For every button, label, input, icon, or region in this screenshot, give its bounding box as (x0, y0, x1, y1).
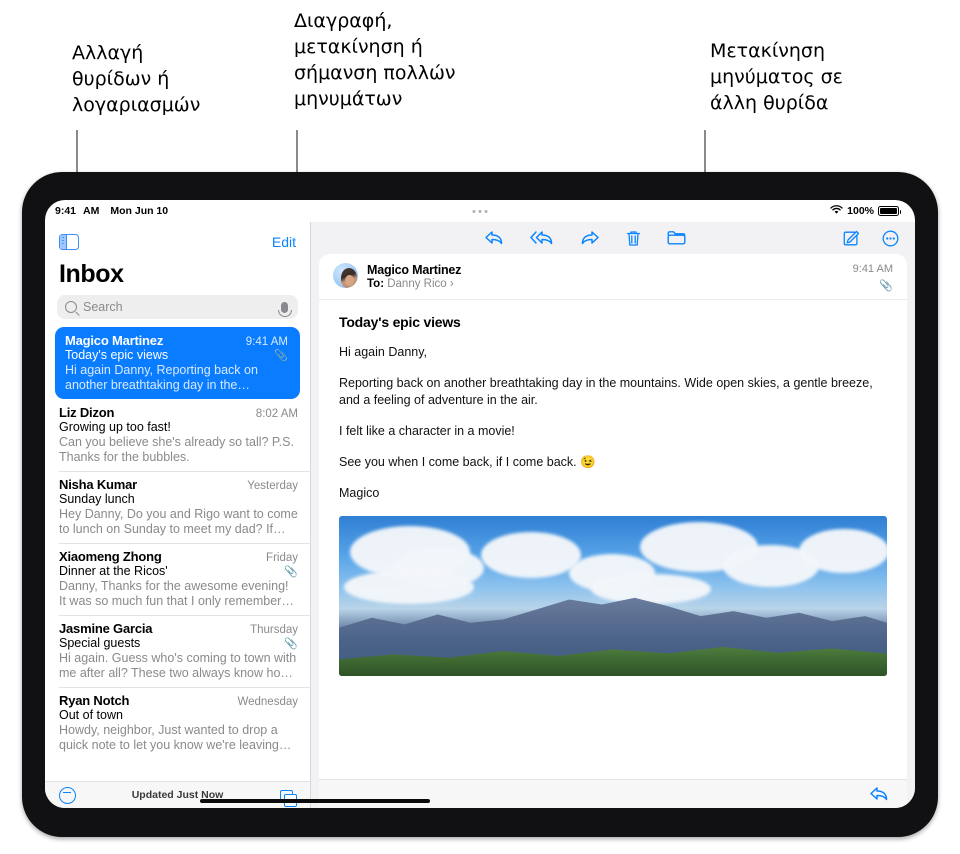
screenshot-root: Αλλαγή θυρίδων ή λογαριασμών Διαγραφή, μ… (0, 0, 960, 854)
message-paragraph: Reporting back on another breathtaking d… (339, 376, 873, 407)
reader-toolbar (311, 222, 915, 254)
preview-text: Can you believe she's already so tall? P… (59, 435, 294, 464)
list-item[interactable]: Ryan Notch Wednesday Out of town Howdy, … (45, 687, 310, 759)
message-subject: Today's epic views (339, 314, 461, 330)
search-icon (65, 301, 77, 313)
mail-list-pane: Edit Inbox Search Magico Martinez 9:41 A… (45, 222, 311, 808)
compose-icon[interactable] (843, 230, 860, 247)
edit-button[interactable]: Edit (272, 234, 296, 250)
reply-icon[interactable] (869, 786, 889, 802)
preview-text: Hi again. Guess who's coming to town wit… (59, 651, 297, 680)
reply-icon[interactable] (484, 230, 504, 247)
preview-text: Danny, Thanks for the awesome evening! I… (59, 579, 296, 608)
dot (472, 209, 476, 213)
message-sender: Magico Martinez (367, 263, 462, 277)
message-paragraph: Hi again Danny, (339, 345, 428, 359)
paperclip-icon: 📎 (284, 637, 298, 650)
status-date: Mon Jun 10 (110, 205, 169, 217)
sidebar-toggle-icon[interactable] (59, 234, 79, 250)
list-item[interactable]: Magico Martinez 9:41 AM Today's epic vie… (55, 327, 300, 399)
status-ampm: AM (83, 205, 100, 217)
reply-all-icon[interactable] (530, 230, 554, 247)
dot (484, 209, 488, 213)
subject: Dinner at the Ricos' (59, 564, 168, 578)
message-card: Magico Martinez To: Danny Rico › 9:41 AM… (319, 254, 907, 779)
more-circle-icon[interactable] (882, 230, 899, 247)
subject: Growing up too fast! (59, 420, 171, 434)
paperclip-icon: 📎 (284, 565, 298, 578)
timestamp: Wednesday (237, 696, 298, 708)
ipad-screen: 9:41 AM Mon Jun 10 100% Edit Inbox Searc… (45, 200, 915, 808)
folder-move-icon[interactable] (667, 230, 686, 247)
chevron-right-icon: › (449, 278, 454, 290)
message-recipient[interactable]: To: Danny Rico › (367, 278, 853, 290)
message-paragraph: Magico (339, 486, 380, 500)
page-title: Inbox (59, 260, 124, 288)
timestamp: Thursday (250, 624, 298, 636)
list-item[interactable]: Xiaomeng Zhong Friday Dinner at the Rico… (45, 543, 310, 615)
battery-percent: 100% (847, 205, 874, 217)
message-body: Today's epic views Hi again Danny, Repor… (319, 300, 907, 779)
paperclip-icon: 📎 (879, 280, 893, 292)
mail-list-bottom-bar: Updated Just Now (45, 781, 310, 808)
multitasking-dots[interactable] (472, 209, 488, 213)
filter-icon[interactable] (59, 786, 76, 804)
message-paragraph: See you when I come back, if I come back… (339, 455, 596, 469)
search-placeholder: Search (83, 300, 123, 314)
preview-text: Howdy, neighbor, Just wanted to drop a q… (59, 723, 279, 752)
search-input[interactable]: Search (57, 295, 298, 319)
sender-name: Ryan Notch (59, 693, 130, 708)
sender-name: Xiaomeng Zhong (59, 549, 162, 564)
timestamp: 8:02 AM (255, 408, 298, 420)
reading-pane: Magico Martinez To: Danny Rico › 9:41 AM… (311, 222, 915, 808)
wifi-icon (830, 204, 843, 218)
subject: Out of town (59, 708, 123, 722)
to-label: To: (367, 278, 385, 290)
preview-text: Hey Danny, Do you and Rigo want to come … (59, 507, 298, 536)
message-paragraph: I felt like a character in a movie! (339, 424, 515, 438)
callout-move-message: Μετακίνηση μηνύματος σε άλλη θυρίδα (710, 40, 843, 114)
subject: Sunday lunch (59, 492, 135, 506)
ipad-device-frame: 9:41 AM Mon Jun 10 100% Edit Inbox Searc… (22, 172, 938, 837)
list-item[interactable]: Nisha Kumar Yesterday Sunday lunch Hey D… (45, 471, 310, 543)
dot (478, 209, 482, 213)
microphone-icon[interactable] (277, 301, 292, 317)
mountain-panorama-photo (339, 516, 887, 676)
sender-name: Nisha Kumar (59, 477, 137, 492)
stacked-cards-icon[interactable] (280, 790, 297, 807)
timestamp: Yesterday (247, 480, 298, 492)
message-header: Magico Martinez To: Danny Rico › 9:41 AM… (319, 254, 907, 300)
timestamp: 9:41 AM (245, 336, 288, 348)
reader-bottom-bar (319, 779, 907, 808)
avatar (333, 263, 358, 288)
subject: Today's epic views (65, 348, 169, 362)
sender-name: Liz Dizon (59, 405, 115, 420)
sender-name: Magico Martinez (65, 333, 164, 348)
mail-list-items[interactable]: Magico Martinez 9:41 AM Today's epic vie… (45, 327, 310, 781)
status-text: Updated Just Now (131, 789, 224, 801)
callout-change-mailboxes: Αλλαγή θυρίδων ή λογαριασμών (72, 42, 201, 116)
preview-text: Hi again Danny, Reporting back on anothe… (65, 363, 258, 392)
status-bar: 9:41 AM Mon Jun 10 100% (45, 200, 915, 222)
forward-icon[interactable] (580, 230, 600, 247)
list-item[interactable]: Jasmine Garcia Thursday Special guests 📎… (45, 615, 310, 687)
message-timestamp: 9:41 AM (852, 263, 893, 275)
mail-list-header: Edit (45, 222, 310, 258)
split-view: Edit Inbox Search Magico Martinez 9:41 A… (45, 222, 915, 808)
status-time: 9:41 (55, 205, 77, 217)
callout-multi-select: Διαγραφή, μετακίνηση ή σήμανση πολλών μη… (294, 10, 456, 110)
battery-icon (878, 206, 901, 216)
recipient-name: Danny Rico (387, 278, 447, 290)
subject: Special guests (59, 636, 141, 650)
paperclip-icon: 📎 (274, 349, 288, 362)
timestamp: Friday (266, 552, 298, 564)
list-item[interactable]: Liz Dizon 8:02 AM Growing up too fast! C… (45, 399, 310, 471)
trash-icon[interactable] (626, 230, 641, 247)
sender-name: Jasmine Garcia (59, 621, 153, 636)
